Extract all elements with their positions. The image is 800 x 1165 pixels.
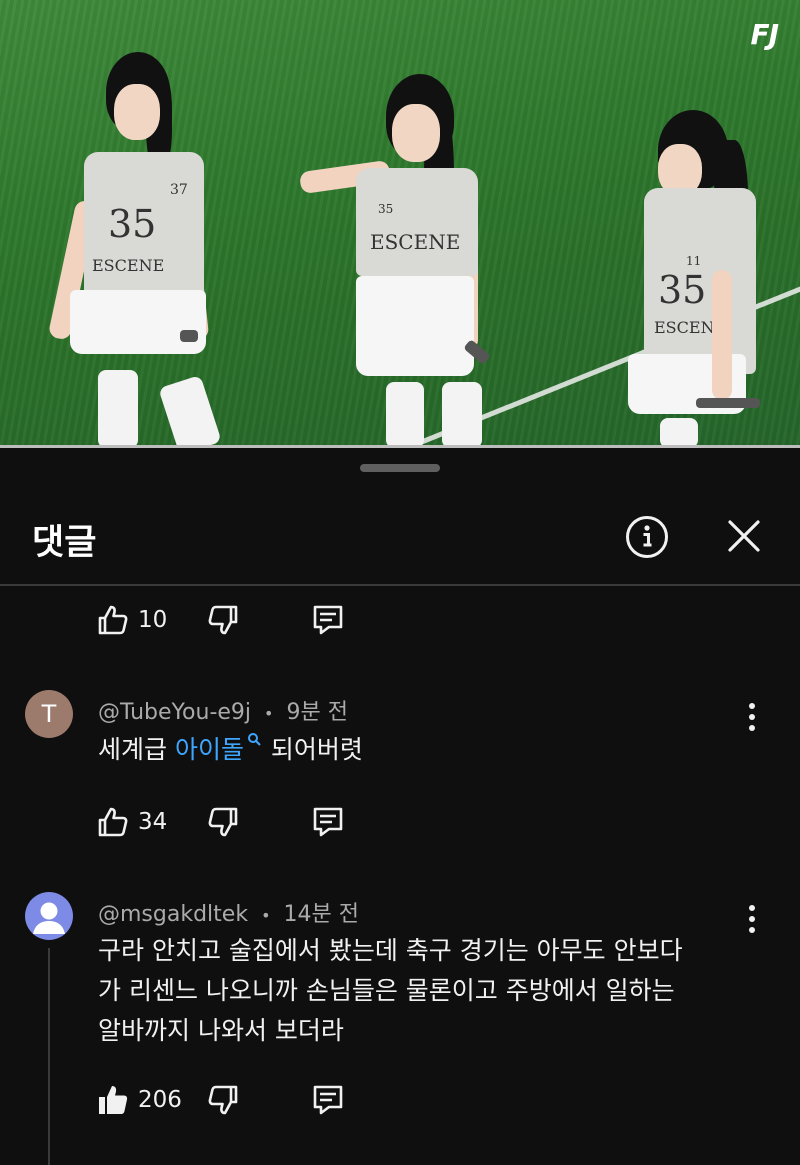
shirt-number: 11 <box>686 254 702 268</box>
comment-time: 14분 전 <box>283 902 359 927</box>
shirt-logo: 35 <box>658 268 707 312</box>
like-count: 34 <box>138 809 168 835</box>
performer-left: 37 35 ESCENE <box>47 40 238 448</box>
thumbs-up-icon <box>98 807 128 837</box>
shirt-text: ESCENE <box>92 256 165 275</box>
reply-icon <box>313 605 343 635</box>
like-count: 10 <box>138 607 168 633</box>
thumbs-up-icon <box>98 605 128 635</box>
comments-panel: 댓글 10 T @TubeYou-e9j • 9분 전 세계급 아이돌 되어버렷… <box>0 448 800 1165</box>
drag-handle[interactable] <box>360 464 440 472</box>
thumbs-up-filled-icon <box>99 1086 128 1114</box>
thumbs-down-icon <box>208 1085 238 1115</box>
comment-author[interactable]: @msgakdltek <box>98 902 248 927</box>
header-divider <box>0 584 800 586</box>
default-avatar-icon <box>33 902 65 934</box>
reply-button[interactable] <box>310 602 346 638</box>
comment-line: 구라 안치고 술집에서 봤는데 축구 경기는 아무도 안보다 <box>98 936 683 965</box>
dislike-button[interactable] <box>206 805 310 839</box>
like-button[interactable]: 10 <box>96 603 206 637</box>
shirt-number: 37 <box>170 182 188 198</box>
like-count: 206 <box>138 1087 182 1113</box>
more-options-icon[interactable] <box>740 900 764 940</box>
comment-line: 알바까지 나와서 보더라 <box>98 1016 344 1045</box>
reply-icon <box>313 1085 343 1115</box>
more-options-icon[interactable] <box>740 698 764 738</box>
shirt-logo: 35 <box>108 202 157 246</box>
avatar[interactable] <box>25 892 73 940</box>
comment-text: 구라 안치고 술집에서 봤는데 축구 경기는 아무도 안보다 가 리센느 나오니… <box>98 931 738 1051</box>
panel-title: 댓글 <box>32 523 97 563</box>
comment-text-after: 되어버렷 <box>262 735 363 764</box>
performer-center: 35 ESCENE <box>298 70 500 448</box>
dislike-button[interactable] <box>206 1083 310 1117</box>
search-icon <box>247 733 261 746</box>
comment-meta: @TubeYou-e9j • 9분 전 <box>98 694 348 726</box>
thumbs-down-icon <box>208 605 238 635</box>
avatar[interactable]: T <box>25 690 73 738</box>
reply-icon <box>313 807 343 837</box>
meta-separator: • <box>264 704 274 723</box>
comment-actions: 34 <box>96 802 346 842</box>
info-icon[interactable] <box>624 514 670 560</box>
dislike-button[interactable] <box>206 603 310 637</box>
reply-button[interactable] <box>310 1082 346 1118</box>
comment-actions: 10 <box>96 600 346 640</box>
reply-thread-line <box>48 948 50 1165</box>
comment-actions: 206 <box>96 1080 346 1120</box>
avatar-letter: T <box>41 700 57 728</box>
comment-line: 가 리센느 나오니까 손님들은 물론이고 주방에서 일하는 <box>98 976 675 1005</box>
comment-author[interactable]: @TubeYou-e9j <box>98 700 251 725</box>
search-keyword-link[interactable]: 아이돌 <box>175 735 244 764</box>
shirt-number: 35 <box>378 202 394 216</box>
comment-meta: @msgakdltek • 14분 전 <box>98 896 359 928</box>
meta-separator: • <box>261 906 271 925</box>
comment-time: 9분 전 <box>286 700 348 725</box>
thumbs-down-icon <box>208 807 238 837</box>
comment-text-before: 세계급 <box>98 735 175 764</box>
video-player[interactable]: FJ 37 35 ESCENE 35 ESCENE 11 35 ESCENE <box>0 0 800 448</box>
reply-button[interactable] <box>310 804 346 840</box>
like-button[interactable]: 206 <box>96 1083 206 1117</box>
like-button[interactable]: 34 <box>96 805 206 839</box>
close-icon[interactable] <box>722 514 766 558</box>
comment-text: 세계급 아이돌 되어버렷 <box>98 730 738 770</box>
channel-watermark-logo: FJ <box>750 18 779 51</box>
shirt-text: ESCENE <box>370 230 461 254</box>
performer-right: 11 35 ESCENE <box>622 100 782 448</box>
